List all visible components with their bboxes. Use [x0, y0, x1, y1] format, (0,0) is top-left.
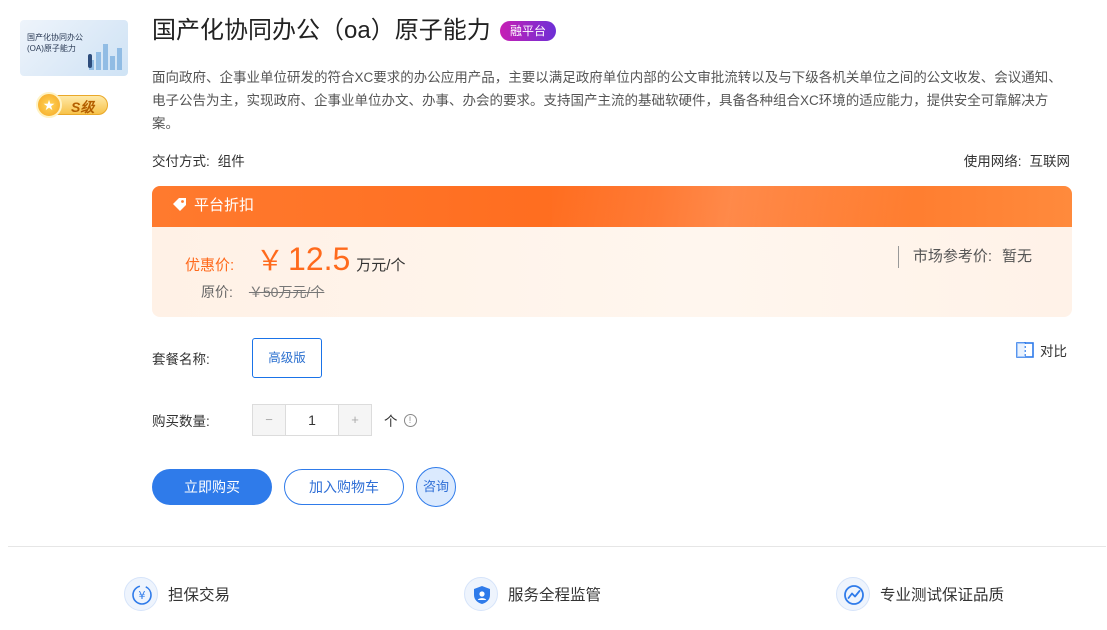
- yuan-shield-icon: ¥: [124, 577, 158, 611]
- info-icon[interactable]: !: [403, 413, 417, 427]
- currency-symbol: ￥: [256, 245, 285, 276]
- product-thumbnail: 国产化协同办公 (OA)原子能力: [20, 20, 128, 76]
- user-shield-icon: [464, 577, 498, 611]
- section-divider: [8, 546, 1106, 547]
- original-price-value: ￥50万元/个: [248, 284, 325, 300]
- quality-check-icon: [836, 577, 870, 611]
- platform-badge: 融平台: [500, 21, 557, 41]
- discount-price-label: 优惠价:: [185, 257, 235, 274]
- market-price-value: 暂无: [1001, 248, 1032, 265]
- tag-icon: [173, 198, 186, 211]
- feature-label: 担保交易: [168, 587, 231, 604]
- quantity-unit: 个 !: [384, 410, 417, 430]
- discount-price-row: 优惠价: ￥ 12.5 万元/个: [185, 239, 405, 279]
- delivery-label: 交付方式:: [152, 154, 210, 169]
- product-description: 面向政府、企事业单位研发的符合XC要求的办公应用产品，主要以满足政府单位内部的公…: [152, 70, 1062, 131]
- discount-banner-label: 平台折扣: [194, 197, 255, 214]
- consult-button[interactable]: 咨询: [416, 467, 456, 507]
- svg-text:¥: ¥: [139, 589, 146, 602]
- feature-quality: 专业测试保证品质: [836, 577, 1004, 611]
- feature-supervision: 服务全程监管: [464, 577, 601, 611]
- star-icon: ★: [36, 92, 62, 118]
- banner-gloss: [552, 186, 1072, 227]
- thumbnail-figure: [88, 54, 92, 68]
- compare-icon: [1016, 342, 1034, 358]
- buy-now-button[interactable]: 立即购买: [152, 469, 272, 505]
- discount-price-value: 12.5: [288, 241, 351, 277]
- package-option-button[interactable]: 高级版: [252, 338, 322, 378]
- compare-button[interactable]: 对比: [1016, 340, 1067, 360]
- thumbnail-caption: 国产化协同办公 (OA)原子能力: [27, 32, 83, 54]
- compare-label: 对比: [1040, 344, 1067, 359]
- quantity-unit-label: 个: [384, 414, 398, 429]
- quantity-decrease-button[interactable]: −: [253, 405, 285, 435]
- feature-label: 专业测试保证品质: [880, 587, 1005, 604]
- price-unit: 万元/个: [356, 257, 406, 274]
- delivery-method: 交付方式: 组件: [152, 150, 245, 170]
- level-badge: S级 ★: [36, 92, 110, 118]
- discount-banner: 平台折扣: [152, 186, 1072, 227]
- original-price-row: 原价: ￥50万元/个: [201, 282, 324, 302]
- quantity-increase-button[interactable]: +: [339, 405, 371, 435]
- page-title: 国产化协同办公（oa）原子能力: [152, 17, 491, 44]
- market-price: 市场参考价: 暂无: [897, 246, 1032, 268]
- quantity-label: 购买数量:: [152, 414, 210, 429]
- thumbnail-line-1: 国产化协同办公: [27, 33, 83, 42]
- delivery-value: 组件: [217, 154, 245, 169]
- network-label: 使用网络:: [963, 154, 1022, 169]
- feature-label: 服务全程监管: [508, 587, 602, 604]
- price-panel: 平台折扣 优惠价: ￥ 12.5 万元/个 原价: ￥50万元/个 市场参考价:…: [152, 186, 1072, 317]
- thumbnail-line-2: (OA)原子能力: [27, 44, 76, 53]
- add-to-cart-button[interactable]: 加入购物车: [284, 469, 404, 505]
- thumbnail-illustration: [89, 44, 122, 70]
- network-type: 使用网络: 互联网: [964, 150, 1070, 170]
- network-value: 互联网: [1029, 154, 1071, 169]
- level-text: S级: [71, 99, 95, 115]
- package-label: 套餐名称:: [152, 352, 210, 367]
- original-price-label: 原价:: [201, 284, 233, 300]
- feature-guarantee: ¥ 担保交易: [124, 577, 230, 611]
- quantity-stepper: − 1 +: [252, 404, 372, 436]
- market-price-label: 市场参考价:: [912, 248, 992, 265]
- quantity-input[interactable]: 1: [285, 405, 339, 435]
